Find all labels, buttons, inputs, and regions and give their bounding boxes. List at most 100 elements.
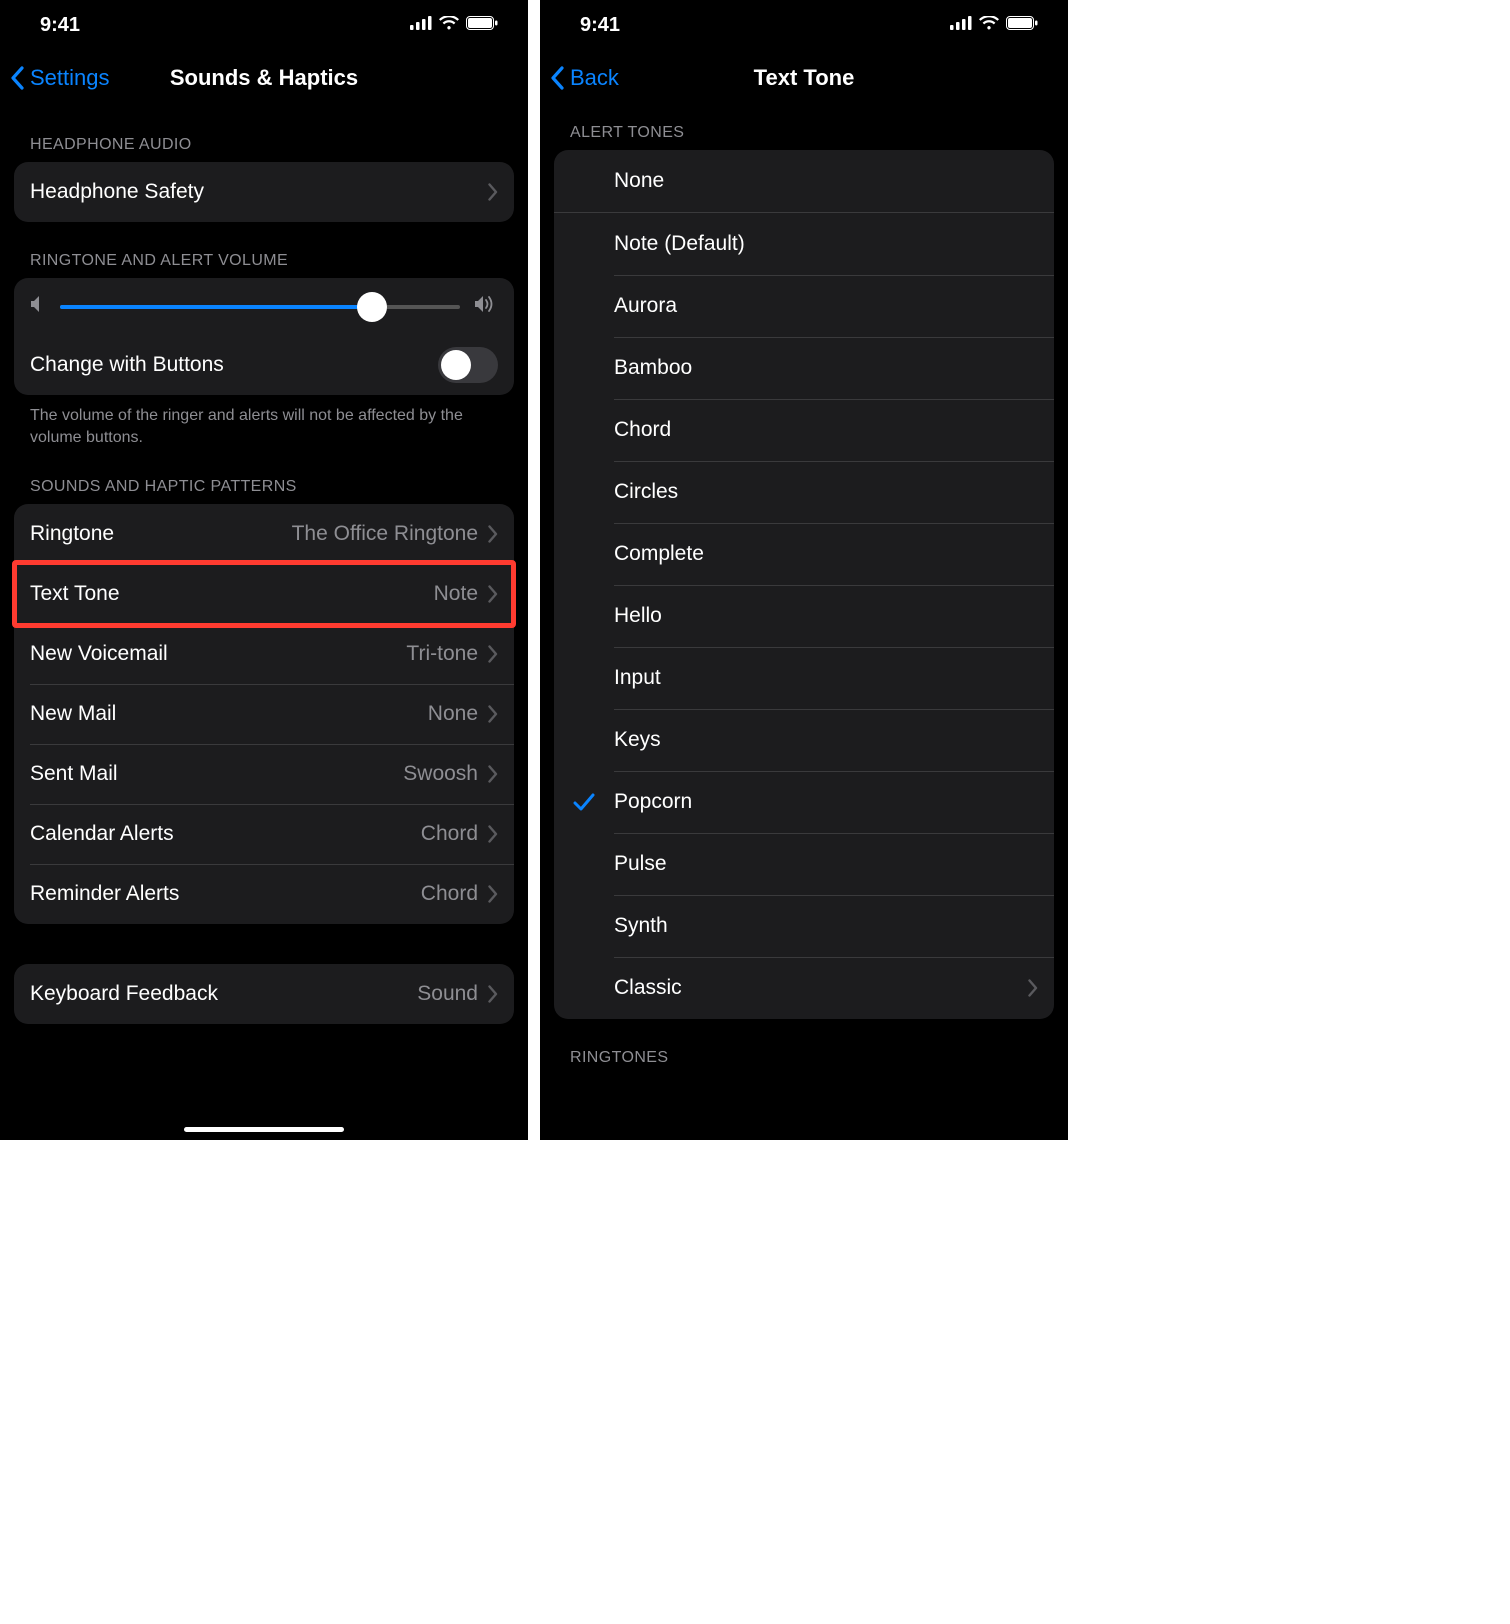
cellular-icon — [950, 16, 972, 35]
tone-synth[interactable]: Synth — [554, 895, 1054, 957]
change-with-buttons-switch[interactable] — [438, 347, 498, 383]
tone-note-default-[interactable]: Note (Default) — [554, 213, 1054, 275]
chevron-right-icon — [488, 525, 498, 543]
row-label: Ringtone — [30, 522, 114, 546]
row-label: Keyboard Feedback — [30, 982, 218, 1006]
tone-bamboo[interactable]: Bamboo — [554, 337, 1054, 399]
group-alert-tones: None Note (Default) Aurora Bamboo Chord Circl… — [554, 150, 1054, 1019]
tone-aurora[interactable]: Aurora — [554, 275, 1054, 337]
home-indicator[interactable] — [184, 1127, 344, 1132]
tone-keys[interactable]: Keys — [554, 709, 1054, 771]
row-sent-mail[interactable]: Sent Mail Swoosh — [14, 744, 514, 804]
row-label: Headphone Safety — [30, 180, 204, 204]
nav-title: Text Tone — [754, 65, 855, 91]
section-header-headphone: HEADPHONE AUDIO — [14, 106, 514, 162]
row-value: The Office Ringtone — [292, 522, 478, 546]
tone-label: Popcorn — [614, 790, 1038, 814]
row-change-with-buttons: Change with Buttons — [14, 335, 514, 395]
volume-slider[interactable] — [60, 305, 460, 309]
row-text-tone[interactable]: Text Tone Note — [14, 564, 514, 624]
status-time: 9:41 — [580, 14, 620, 37]
chevron-right-icon — [488, 765, 498, 783]
chevron-left-icon — [550, 66, 566, 90]
row-value: None — [428, 702, 478, 726]
tone-chord[interactable]: Chord — [554, 399, 1054, 461]
volume-slider-row — [14, 278, 514, 335]
tone-label: Bamboo — [614, 356, 1038, 380]
phone-left-sounds-haptics: 9:41 Settings Sounds & Haptics HEADPHONE… — [0, 0, 528, 1140]
row-label: Calendar Alerts — [30, 822, 174, 846]
tone-pulse[interactable]: Pulse — [554, 833, 1054, 895]
tone-label: Note (Default) — [614, 232, 1038, 256]
chevron-right-icon — [1028, 979, 1038, 997]
row-reminder-alerts[interactable]: Reminder Alerts Chord — [14, 864, 514, 924]
content-scroll[interactable]: HEADPHONE AUDIO Headphone Safety RINGTON… — [0, 106, 528, 1140]
row-label: Change with Buttons — [30, 353, 224, 377]
content-scroll[interactable]: ALERT TONES None Note (Default) Aurora Bamb… — [540, 106, 1068, 1140]
chevron-right-icon — [488, 585, 498, 603]
chevron-right-icon — [488, 885, 498, 903]
back-button[interactable]: Back — [550, 65, 619, 91]
row-keyboard-feedback[interactable]: Keyboard Feedback Sound — [14, 964, 514, 1024]
tone-complete[interactable]: Complete — [554, 523, 1054, 585]
chevron-right-icon — [488, 705, 498, 723]
chevron-right-icon — [488, 825, 498, 843]
row-new-voicemail[interactable]: New VoicemailTri-tone — [14, 624, 514, 684]
row-calendar-alerts[interactable]: Calendar AlertsChord — [14, 804, 514, 864]
section-header-ringtones: RINGTONES — [554, 1019, 1054, 1075]
tone-label: Chord — [614, 418, 1038, 442]
battery-icon — [1006, 16, 1038, 35]
section-header-volume: RINGTONE AND ALERT VOLUME — [14, 222, 514, 278]
tone-hello[interactable]: Hello — [554, 585, 1054, 647]
chevron-right-icon — [488, 183, 498, 201]
status-bar: 9:41 — [540, 0, 1068, 50]
group-patterns: Ringtone The Office Ringtone Text Tone Note… — [14, 504, 514, 924]
section-header-patterns: SOUNDS AND HAPTIC PATTERNS — [14, 448, 514, 504]
row-label: Sent Mail — [30, 762, 118, 786]
nav-bar: Back Text Tone — [540, 50, 1068, 106]
tone-none[interactable]: None — [554, 150, 1054, 212]
tone-popcorn[interactable]: Popcorn — [554, 771, 1054, 833]
status-icons — [950, 16, 1038, 35]
chevron-right-icon — [488, 985, 498, 1003]
nav-title: Sounds & Haptics — [170, 65, 358, 91]
tone-classic[interactable]: Classic — [554, 957, 1054, 1019]
tone-circles[interactable]: Circles — [554, 461, 1054, 523]
row-label: New Mail — [30, 702, 116, 726]
battery-icon — [466, 16, 498, 35]
volume-low-icon — [30, 294, 46, 319]
row-label: Text Tone — [30, 582, 120, 606]
row-ringtone[interactable]: Ringtone The Office Ringtone — [14, 504, 514, 564]
chevron-right-icon — [488, 645, 498, 663]
tone-label: Aurora — [614, 294, 1038, 318]
tone-input[interactable]: Input — [554, 647, 1054, 709]
row-headphone-safety[interactable]: Headphone Safety — [14, 162, 514, 222]
row-value: Sound — [417, 982, 478, 1006]
row-value: Note — [434, 582, 478, 606]
checkmark-icon — [554, 792, 614, 812]
status-icons — [410, 16, 498, 35]
section-header-alert-tones: ALERT TONES — [554, 106, 1054, 150]
row-value: Chord — [421, 882, 478, 906]
status-bar: 9:41 — [0, 0, 528, 50]
tone-label: Circles — [614, 480, 1038, 504]
back-button[interactable]: Settings — [10, 65, 110, 91]
tone-label: Hello — [614, 604, 1038, 628]
back-label: Back — [570, 65, 619, 91]
wifi-icon — [979, 16, 999, 35]
row-value: Swoosh — [403, 762, 478, 786]
row-new-mail[interactable]: New Mail None — [14, 684, 514, 744]
tone-label: None — [614, 169, 1038, 193]
tone-label: Classic — [614, 976, 1028, 1000]
cellular-icon — [410, 16, 432, 35]
row-label: Reminder Alerts — [30, 882, 179, 906]
tone-label: Keys — [614, 728, 1038, 752]
group-volume: Change with Buttons — [14, 278, 514, 395]
slider-thumb[interactable] — [357, 292, 387, 322]
phone-right-text-tone: 9:41 Back Text Tone ALERT TONES None Note… — [540, 0, 1068, 1140]
back-label: Settings — [30, 65, 110, 91]
wifi-icon — [439, 16, 459, 35]
status-time: 9:41 — [40, 14, 80, 37]
chevron-left-icon — [10, 66, 26, 90]
volume-high-icon — [474, 294, 498, 319]
